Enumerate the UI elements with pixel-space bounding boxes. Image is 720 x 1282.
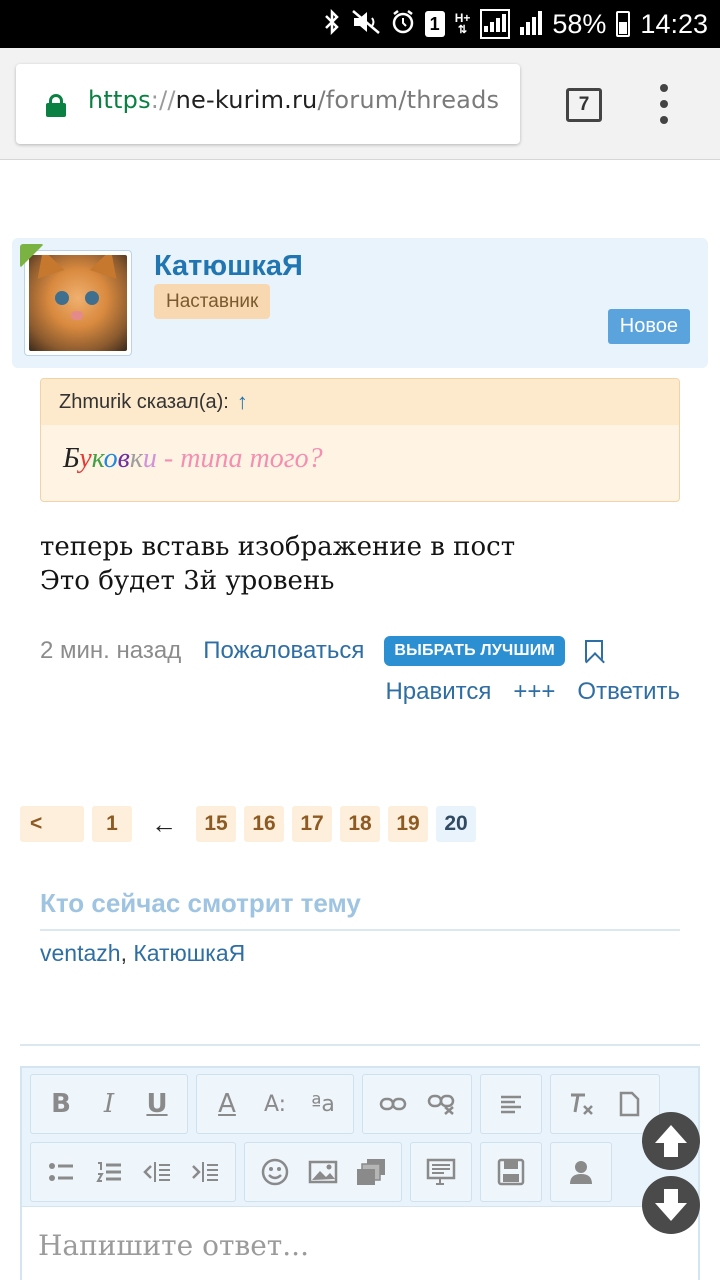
- post-line: теперь вставь изображение в пост: [40, 532, 516, 562]
- post-body: теперь вставь изображение в пост Это буд…: [40, 530, 680, 598]
- signal-icon: [520, 9, 543, 39]
- smiley-icon[interactable]: [251, 1148, 299, 1196]
- signal-icon: [480, 9, 511, 39]
- viewing-title: Кто сейчас смотрит тему: [40, 888, 680, 931]
- user-title-badge: Наставник: [154, 284, 271, 319]
- battery-percent: 58%: [552, 8, 607, 39]
- page-link[interactable]: 18: [340, 806, 380, 842]
- link-icon[interactable]: [369, 1080, 417, 1128]
- reply-editor: B I U A A: ªa Напишите ответ...: [20, 1066, 700, 1282]
- unlink-icon[interactable]: [417, 1080, 465, 1128]
- quote-text: Буковки - типа того?: [63, 443, 323, 474]
- url-text[interactable]: https://ne-kurim.ru/forum/threads: [88, 86, 499, 114]
- viewing-users: ventazh, КатюшкаЯ: [40, 940, 246, 966]
- indent-icon[interactable]: [181, 1148, 229, 1196]
- status-icons: 1 H+ ⇅ 58% 14:23: [323, 0, 708, 48]
- plus-link[interactable]: +++: [513, 678, 555, 706]
- address-bar[interactable]: https://ne-kurim.ru/forum/threads: [16, 64, 520, 144]
- bluetooth-icon: [323, 8, 341, 39]
- tab-switcher-button[interactable]: 7: [566, 88, 602, 122]
- battery-icon: [616, 11, 631, 37]
- new-post-badge: Новое: [607, 309, 690, 344]
- clear-format-icon[interactable]: [557, 1080, 605, 1128]
- bold-button[interactable]: B: [37, 1080, 85, 1128]
- list-number-icon[interactable]: [85, 1148, 133, 1196]
- reply-input[interactable]: Напишите ответ...: [22, 1206, 698, 1282]
- status-bar: 1 H+ ⇅ 58% 14:23: [0, 0, 720, 48]
- quote-icon[interactable]: [417, 1148, 465, 1196]
- text-color-button[interactable]: A: [203, 1080, 251, 1128]
- quote-author: Zhmurik сказал(а):: [59, 390, 229, 413]
- overflow-menu-icon[interactable]: [652, 84, 676, 124]
- divider: [20, 1044, 700, 1046]
- list-bullet-icon[interactable]: [37, 1148, 85, 1196]
- toolbar-row: [30, 1142, 612, 1202]
- underline-button[interactable]: U: [133, 1080, 181, 1128]
- image-icon[interactable]: [299, 1148, 347, 1196]
- choose-best-button[interactable]: ВЫБРАТЬ ЛУЧШИМ: [384, 636, 565, 666]
- reply-link[interactable]: Ответить: [577, 678, 680, 706]
- colored-word: Буковки: [63, 443, 157, 474]
- post-actions: Нравится +++ Ответить: [385, 678, 680, 706]
- quote-block: Zhmurik сказал(а): ↑ Буковки - типа того…: [40, 378, 680, 502]
- bookmark-icon[interactable]: [584, 640, 603, 662]
- page-jump-icon[interactable]: ←: [140, 809, 188, 840]
- scroll-up-button[interactable]: [642, 1112, 700, 1170]
- page-link[interactable]: 16: [244, 806, 284, 842]
- clock: 14:23: [640, 8, 708, 39]
- post-author[interactable]: КатюшкаЯ: [154, 250, 303, 283]
- alarm-icon: [391, 9, 415, 39]
- media-icon[interactable]: [347, 1148, 395, 1196]
- viewer-link[interactable]: КатюшкаЯ: [133, 940, 245, 966]
- mute-icon: [351, 9, 381, 39]
- page-link[interactable]: 17: [292, 806, 332, 842]
- save-icon[interactable]: [487, 1148, 535, 1196]
- page-link[interactable]: 19: [388, 806, 428, 842]
- kitten-avatar-image: [29, 255, 127, 351]
- undo-icon[interactable]: [605, 1080, 653, 1128]
- current-page: 20: [436, 806, 476, 842]
- font-size-button[interactable]: A:: [251, 1080, 299, 1128]
- browser-toolbar: https://ne-kurim.ru/forum/threads 7: [0, 48, 720, 160]
- scroll-down-button[interactable]: [642, 1176, 700, 1234]
- align-icon[interactable]: [487, 1080, 535, 1128]
- toolbar-row: B I U A A: ªa: [30, 1074, 660, 1134]
- go-to-quote-icon[interactable]: ↑: [237, 389, 248, 415]
- prev-page-button[interactable]: <: [20, 806, 84, 842]
- like-link[interactable]: Нравится: [385, 678, 491, 706]
- sim-icon: 1: [424, 11, 445, 37]
- avatar[interactable]: [24, 250, 132, 356]
- pagination: < 1 ← 15 16 17 18 19 20: [20, 806, 476, 842]
- page-link[interactable]: 1: [92, 806, 132, 842]
- post-meta: 2 мин. назад Пожаловаться ВЫБРАТЬ ЛУЧШИМ: [40, 634, 690, 668]
- user-icon[interactable]: [557, 1148, 605, 1196]
- report-link[interactable]: Пожаловаться: [203, 637, 364, 665]
- post-line: Это будет 3й уровень: [40, 566, 335, 596]
- page-link[interactable]: 15: [196, 806, 236, 842]
- font-family-button[interactable]: ªa: [299, 1080, 347, 1128]
- outdent-icon[interactable]: [133, 1148, 181, 1196]
- viewer-link[interactable]: ventazh: [40, 940, 121, 966]
- arrow-up-icon: [655, 1125, 687, 1157]
- post-time[interactable]: 2 мин. назад: [40, 637, 181, 665]
- italic-button[interactable]: I: [85, 1080, 133, 1128]
- quote-header: Zhmurik сказал(а): ↑: [41, 379, 679, 425]
- lock-icon: [46, 94, 66, 117]
- post-header: КатюшкаЯ Наставник Новое: [12, 238, 708, 368]
- network-type-label: H+ ⇅: [454, 11, 471, 36]
- arrow-down-icon: [655, 1189, 687, 1221]
